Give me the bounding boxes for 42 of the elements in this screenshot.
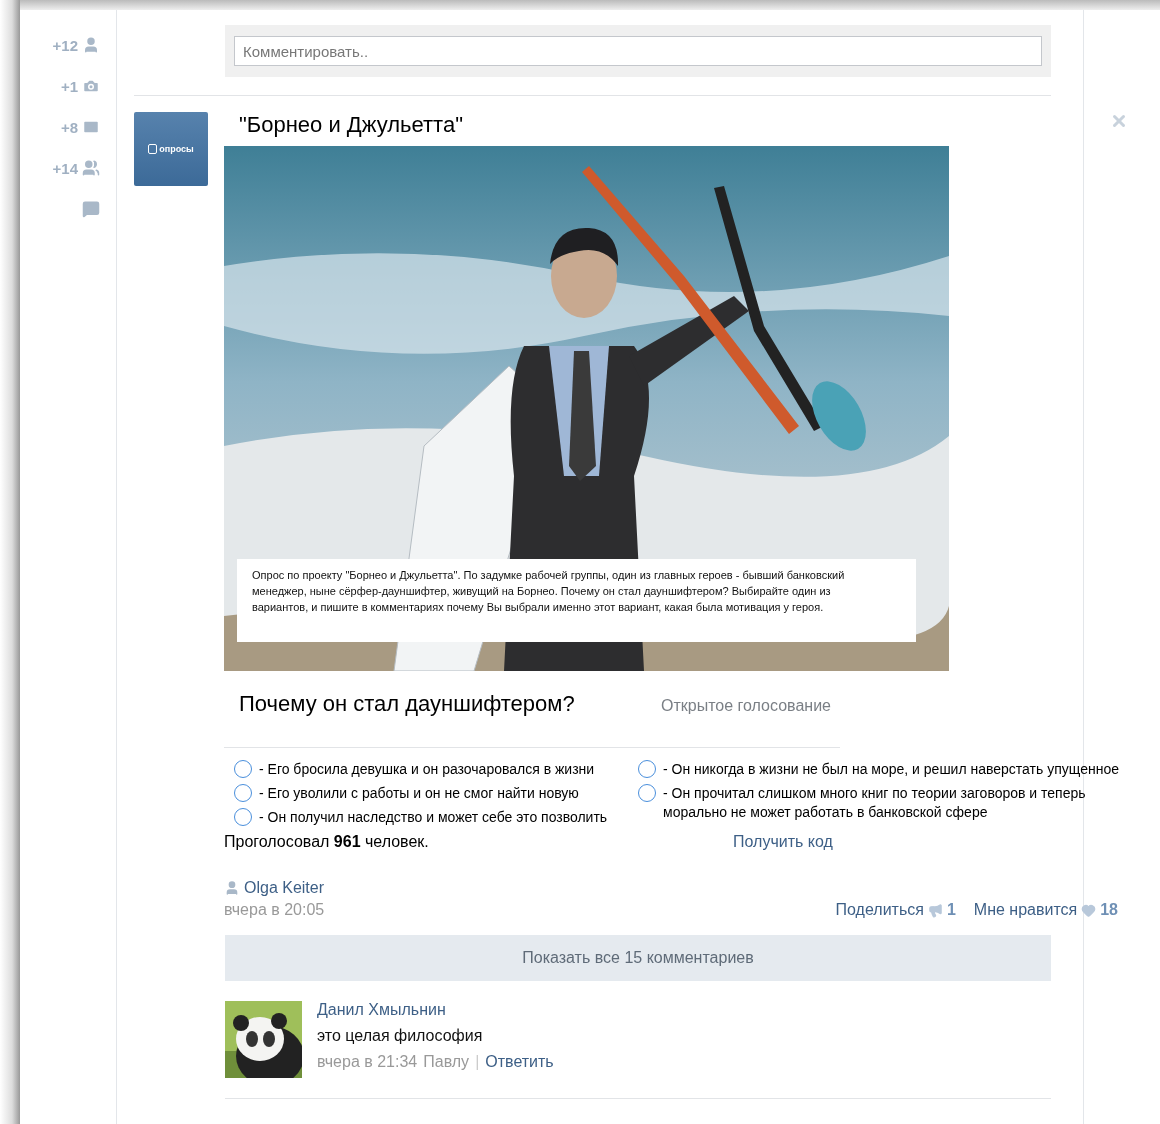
comment-field[interactable]: Комментировать..: [234, 36, 1042, 66]
post-title: "Борнео и Джульетта": [238, 112, 463, 139]
counter-text: +8: [60, 118, 78, 136]
vote-count: Проголосовал 961 человек.: [224, 833, 430, 851]
reply-link[interactable]: Ответить: [485, 1053, 554, 1071]
like-button[interactable]: Мне нравится 18: [973, 901, 1118, 919]
author-link[interactable]: Olga Keiter: [244, 879, 325, 897]
counter-text: +1: [60, 77, 78, 95]
option-label[interactable]: - Он прочитал слишком много книг по теории заговоров и теперь морально не может работать в банковской сфере: [663, 784, 1128, 822]
option-label[interactable]: - Его бросила девушка и он разочаровался в жизни: [259, 760, 595, 779]
camera-icon: [82, 77, 100, 95]
show-comments-button[interactable]: Показать все 15 комментариев: [225, 935, 1051, 981]
mail-icon: [82, 118, 100, 136]
share-button[interactable]: Поделиться 1: [835, 901, 956, 919]
user-icon: [82, 36, 100, 54]
radio-button[interactable]: [638, 784, 656, 802]
comment-time: вчера в 21:34: [317, 1053, 418, 1071]
radio-button[interactable]: [234, 760, 252, 778]
user-icon: [224, 880, 240, 896]
reply-recipient: Павлу: [423, 1053, 470, 1071]
option-label[interactable]: - Его уволили с работы и он не смог найти новую: [259, 784, 579, 803]
separator: |: [475, 1053, 480, 1071]
radio-button[interactable]: [234, 784, 252, 802]
option-label[interactable]: - Он получил наследство и может себе это позволить: [259, 808, 608, 827]
chat-icon: [82, 200, 100, 218]
megaphone-icon: [927, 902, 943, 918]
radio-button[interactable]: [638, 760, 656, 778]
heart-icon: [1081, 902, 1097, 918]
poll-description: Опрос по проекту "Борнео и Джульетта". По задумке рабочей группы, один из главных героев - бывший банковский менеджер, ныне сёрфер-дауншифтер, живущий на Борнео. Почему он стал дауншифтером? Выбирайте один из вариантов, и пишите в комментариях почему Вы выбрали именно этот вариант, какая была мотивация у героя.: [237, 559, 916, 642]
comment-author[interactable]: Данил Хмыльнин: [317, 1001, 554, 1019]
poll-avatar[interactable]: опросы: [134, 112, 208, 186]
counter-text: +12: [52, 36, 78, 54]
comment-text: это целая философия: [317, 1027, 484, 1045]
post-time: вчера в 20:05: [224, 901, 325, 919]
get-code-link[interactable]: Получить код: [733, 833, 833, 851]
radio-button[interactable]: [234, 808, 252, 826]
poll-question: Почему он стал дауншифтером?: [239, 691, 576, 717]
counter-text: +14: [52, 159, 78, 177]
poll-type: Открытое голосование: [661, 697, 831, 715]
users-icon: [82, 159, 100, 177]
close-button[interactable]: [1110, 112, 1128, 130]
option-label[interactable]: - Он никогда в жизни не был на море, и решил наверстать упущенное: [663, 760, 1119, 779]
